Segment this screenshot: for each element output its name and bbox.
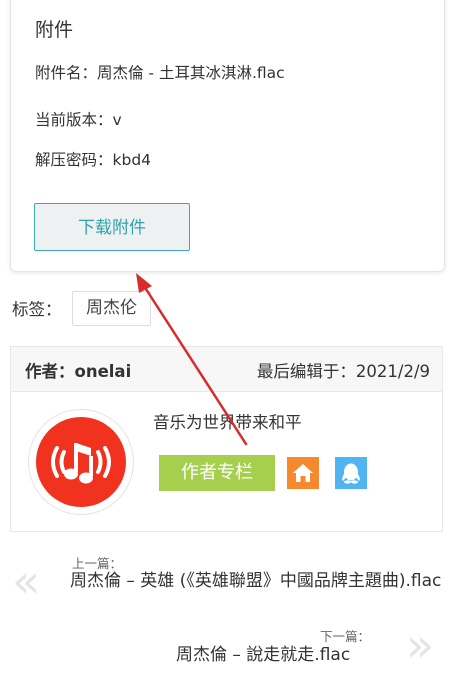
author-qq-button[interactable]: [335, 457, 367, 489]
next-post-tag: 下一篇：: [320, 629, 371, 644]
prev-post-link[interactable]: 周杰倫 – 英雄 (《英雄聯盟》中國品牌主題曲).flac: [70, 570, 454, 614]
qq-icon: [342, 463, 360, 484]
prev-arrow-icon[interactable]: «: [12, 558, 40, 604]
attachment-name: 附件名：周杰倫 - 土耳其冰淇淋.flac: [35, 64, 285, 82]
tag-chip[interactable]: 周杰伦: [72, 291, 151, 326]
next-post-link[interactable]: 周杰倫 – 說走就走.flac: [176, 644, 350, 666]
author-box: 作者：onelai 最后编辑于：2021/2/9 音乐为世界带来和平 作者专栏: [10, 346, 443, 532]
music-note-icon: [36, 417, 126, 507]
avatar[interactable]: [28, 409, 134, 515]
download-attachment-button[interactable]: 下载附件: [34, 203, 190, 251]
attachment-card: 附件 附件名：周杰倫 - 土耳其冰淇淋.flac 当前版本：v 解压密码：kbd…: [10, 0, 445, 272]
attachment-title: 附件: [35, 19, 74, 41]
author-column-button[interactable]: 作者专栏: [159, 455, 275, 491]
attachment-version: 当前版本：v: [35, 111, 122, 129]
author-name: 作者：onelai: [25, 362, 132, 381]
next-arrow-icon[interactable]: »: [406, 622, 434, 668]
author-header: 作者：onelai 最后编辑于：2021/2/9: [11, 347, 442, 392]
last-edit-date: 最后编辑于：2021/2/9: [256, 362, 430, 381]
author-home-button[interactable]: [287, 457, 319, 489]
home-icon: [293, 464, 313, 482]
attachment-password: 解压密码：kbd4: [35, 151, 152, 169]
author-motto: 音乐为世界带来和平: [153, 413, 302, 432]
tags-label: 标签：: [12, 300, 62, 319]
